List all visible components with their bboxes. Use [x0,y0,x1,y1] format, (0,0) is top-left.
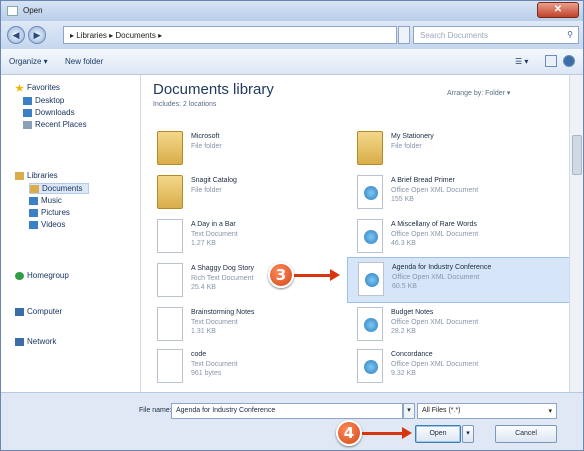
file-name-input[interactable]: Agenda for Industry Conference [171,403,403,419]
computer-icon [15,307,24,316]
organize-menu[interactable]: Organize ▾ [9,57,48,66]
file-list-pane: Documents library Includes: 2 locations … [141,75,583,392]
file-item[interactable]: A Shaggy Dog Story Rich Text Document 25… [153,259,353,305]
file-item[interactable]: code Text Document 961 bytes [153,345,353,391]
search-icon: ⚲ [567,30,573,39]
documents-icon [30,184,39,193]
help-icon[interactable] [563,55,575,67]
folder-icon [157,175,183,209]
step-4-callout: 4 [336,420,362,446]
app-icon [7,6,18,16]
navigation-pane: Favorites Desktop Downloads Recent Place… [1,75,141,392]
open-dialog: Open ✕ ◀ ▶ ▸ Libraries ▸ Documents ▸ Sea… [0,0,584,451]
xml-document-icon [357,307,383,341]
pictures-icon [29,208,38,217]
sidebar-item-homegroup[interactable]: Homegroup [15,271,69,280]
sidebar-item-libraries[interactable]: Libraries [15,171,58,180]
open-options-dropdown[interactable]: ▾ [462,425,474,443]
window-title: Open [23,6,43,15]
file-name-area: File name: Agenda for Industry Conferenc… [1,392,583,450]
file-item[interactable]: A Day in a Bar Text Document 1.27 KB [153,215,353,261]
file-item[interactable]: A Brief Bread Primer Office Open XML Doc… [353,171,553,217]
arrange-by-menu[interactable]: Arrange by: Folder ▾ [447,89,510,97]
close-button[interactable]: ✕ [537,2,579,18]
file-item[interactable]: Snagit Catalog File folder [153,171,353,217]
preview-pane-icon[interactable] [545,55,557,67]
step-4-arrow [362,432,402,435]
videos-icon [29,220,38,229]
homegroup-icon [15,271,24,280]
star-icon [15,83,24,92]
sidebar-item-music[interactable]: Music [29,196,62,205]
step-3-arrowhead [330,269,340,281]
search-input[interactable]: Search Documents ⚲ [413,26,579,44]
toolbar: Organize ▾ New folder ☰ ▾ [1,49,583,75]
xml-document-icon [357,175,383,209]
xml-document-icon [358,262,384,296]
view-options-button[interactable]: ☰ ▾ [515,57,528,66]
sidebar-item-pictures[interactable]: Pictures [29,208,70,217]
refresh-button[interactable] [398,26,410,44]
file-item[interactable]: My Stationery File folder [353,127,553,173]
file-name-label: File name: [139,407,172,414]
recent-places-icon [23,120,32,129]
vertical-scrollbar[interactable] [569,75,583,392]
xml-document-icon [357,349,383,383]
sidebar-item-videos[interactable]: Videos [29,220,65,229]
file-item[interactable]: Microsoft File folder [153,127,353,173]
sidebar-item-recent-places[interactable]: Recent Places [23,120,87,129]
file-item[interactable]: A Miscellany of Rare Words Office Open X… [353,215,553,261]
file-item[interactable]: Budget Notes Office Open XML Document 28… [353,303,553,349]
cancel-button[interactable]: Cancel [495,425,557,443]
rich-text-document-icon [157,263,183,297]
step-4-arrowhead [402,427,412,439]
title-bar: Open ✕ [1,1,583,21]
file-item[interactable]: Brainstorming Notes Text Document 1.31 K… [153,303,353,349]
sidebar-item-desktop[interactable]: Desktop [23,96,64,105]
address-field[interactable]: ▸ Libraries ▸ Documents ▸ [63,26,397,44]
library-includes[interactable]: Includes: 2 locations [153,101,216,108]
back-button[interactable]: ◀ [7,26,25,44]
address-bar-area: ◀ ▶ ▸ Libraries ▸ Documents ▸ Search Doc… [1,21,583,49]
sidebar-item-favorites[interactable]: Favorites [15,83,60,92]
folder-icon [357,131,383,165]
text-document-icon [157,307,183,341]
step-3-callout: 3 [268,262,294,288]
sidebar-item-network[interactable]: Network [15,337,56,346]
chevron-down-icon: ▾ [548,408,552,415]
new-folder-button[interactable]: New folder [65,57,103,66]
xml-document-icon [357,219,383,253]
library-title: Documents library [153,81,274,98]
open-button[interactable]: Open [415,425,461,443]
forward-button[interactable]: ▶ [28,26,46,44]
file-name-dropdown-button[interactable]: ▾ [403,403,415,419]
file-item-selected[interactable]: Agenda for Industry Conference Office Op… [347,257,571,303]
sidebar-item-documents[interactable]: Documents [29,183,90,194]
step-3-arrow [294,274,330,277]
desktop-icon [23,96,32,105]
sidebar-item-downloads[interactable]: Downloads [23,108,75,117]
network-icon [15,337,24,346]
sidebar-item-computer[interactable]: Computer [15,307,62,316]
downloads-icon [23,108,32,117]
music-icon [29,196,38,205]
text-document-icon [157,349,183,383]
scrollbar-thumb[interactable] [572,135,582,175]
file-item[interactable]: Concordance Office Open XML Document 9.3… [353,345,553,391]
breadcrumb: ▸ Libraries ▸ Documents ▸ [70,31,163,40]
text-document-icon [157,219,183,253]
folder-icon [157,131,183,165]
file-type-filter[interactable]: All Files (*.*) ▾ [417,403,557,419]
libraries-icon [15,171,24,180]
